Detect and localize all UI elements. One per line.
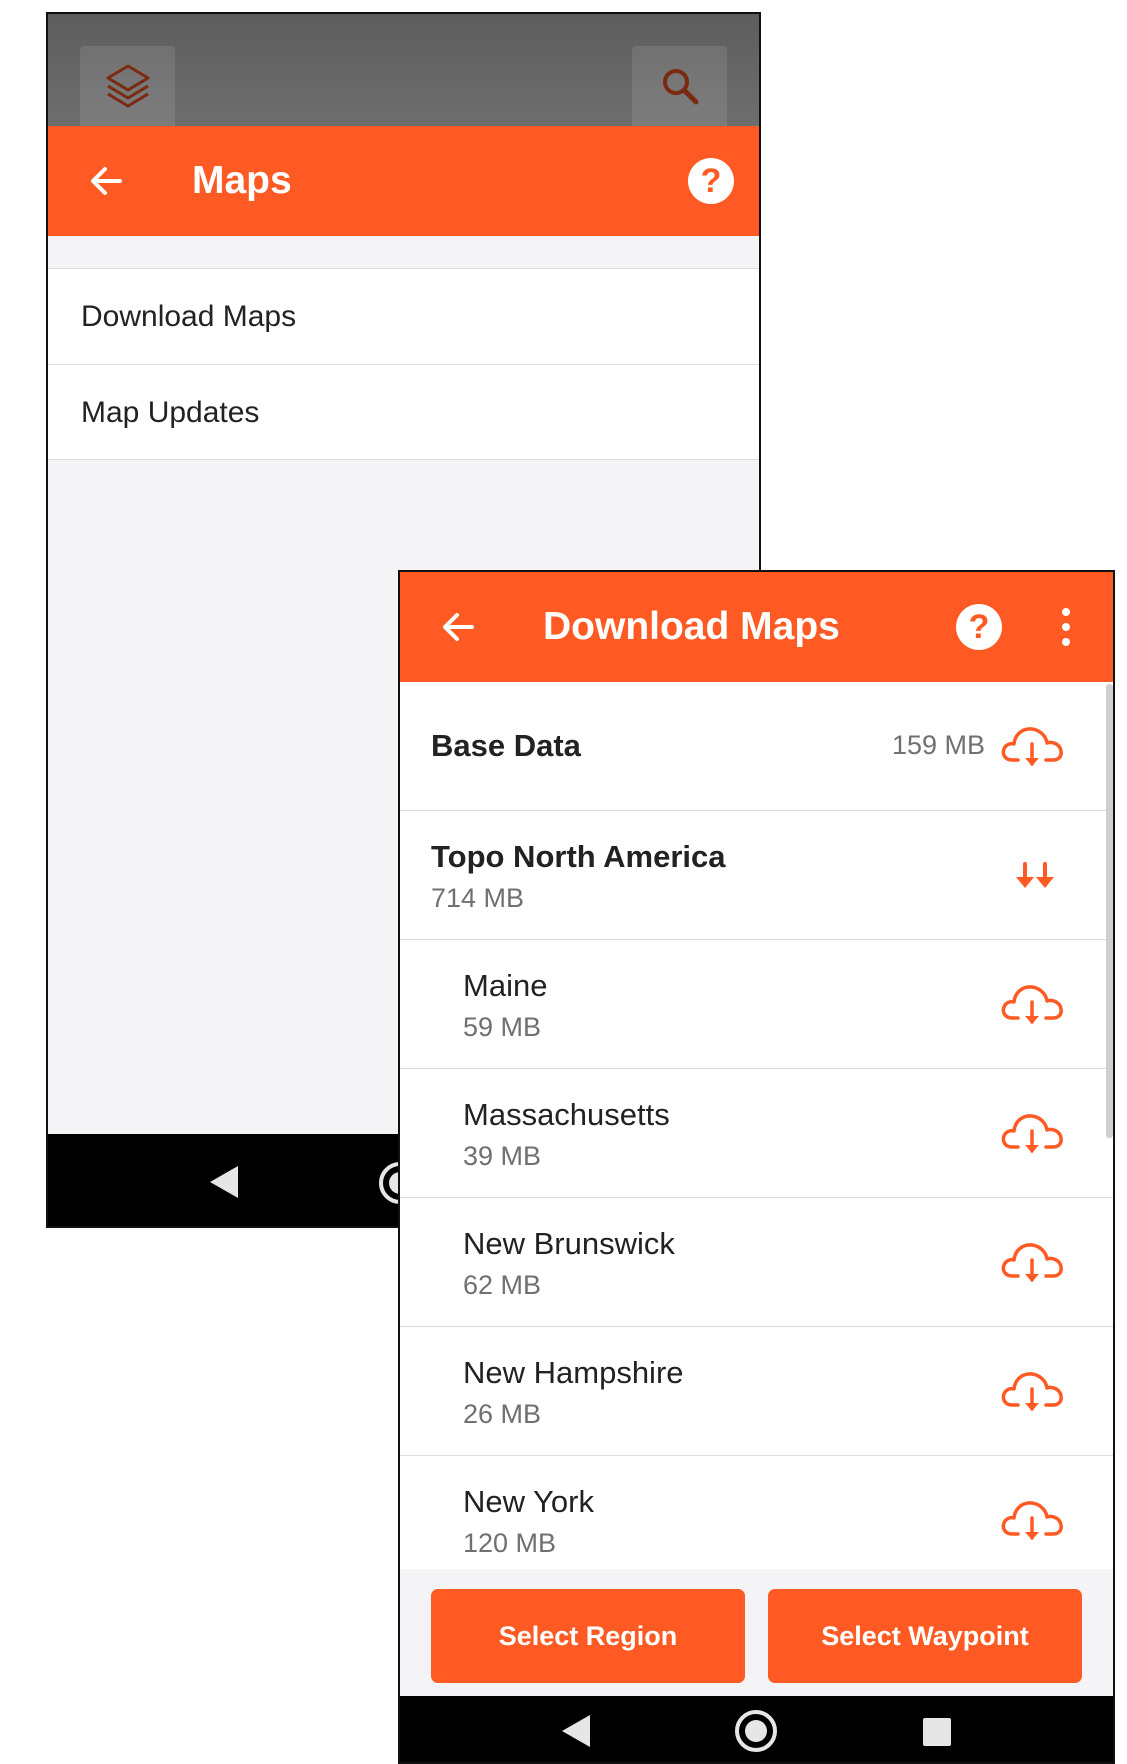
region-size: 59 MB — [463, 1012, 542, 1042]
list-item-region[interactable]: New Brunswick 62 MB — [400, 1198, 1113, 1327]
map-top-toolbar — [48, 14, 759, 126]
back-arrow-icon[interactable] — [438, 607, 478, 647]
list-item-base-data[interactable]: Base Data 159 MB — [400, 682, 1113, 811]
download-maps-screen: Download Maps ? Base Data 159 MB Topo No… — [398, 570, 1115, 1764]
region-size: 26 MB — [463, 1399, 542, 1429]
select-waypoint-button[interactable]: Select Waypoint — [768, 1589, 1082, 1683]
item-size: 714 MB — [431, 883, 525, 913]
action-button-bar: Select Region Select Waypoint — [400, 1569, 1113, 1696]
nav-home-icon[interactable] — [735, 1710, 777, 1752]
overflow-menu-icon[interactable] — [1060, 608, 1072, 646]
nav-back-icon[interactable] — [210, 1166, 238, 1198]
list-item-topo-north-america[interactable]: Topo North America 714 MB — [400, 811, 1113, 940]
page-title: Download Maps — [543, 605, 840, 648]
menu-item-map-updates[interactable]: Map Updates — [48, 364, 759, 460]
nav-back-icon[interactable] — [562, 1715, 590, 1747]
region-size: 120 MB — [463, 1528, 557, 1558]
item-title: Topo North America — [431, 839, 726, 874]
search-icon — [662, 69, 698, 105]
region-size: 39 MB — [463, 1141, 542, 1171]
page-title: Maps — [192, 159, 292, 202]
region-name: New Hampshire — [463, 1355, 684, 1390]
select-region-button[interactable]: Select Region — [431, 1589, 745, 1683]
cloud-download-icon[interactable] — [1000, 1107, 1066, 1159]
item-title: Base Data — [431, 728, 581, 763]
cloud-download-icon[interactable] — [1000, 1494, 1066, 1546]
maps-menu-list: Download Maps Map Updates — [48, 268, 759, 460]
list-item-region[interactable]: Maine 59 MB — [400, 940, 1113, 1069]
cloud-download-icon[interactable] — [1000, 1365, 1066, 1417]
layers-button[interactable] — [80, 46, 175, 126]
list-item-region[interactable]: Massachusetts 39 MB — [400, 1069, 1113, 1198]
item-size: 159 MB — [891, 730, 985, 760]
search-button[interactable] — [632, 46, 727, 126]
region-size: 62 MB — [463, 1270, 542, 1300]
system-nav-bar — [400, 1696, 1113, 1762]
region-name: New Brunswick — [463, 1226, 675, 1261]
list-scrollbar[interactable] — [1106, 684, 1113, 1138]
menu-item-download-maps[interactable]: Download Maps — [48, 268, 759, 364]
layers-icon — [106, 64, 149, 108]
download-list: Base Data 159 MB Topo North America 714 … — [400, 682, 1113, 1569]
list-item-region[interactable]: New York 120 MB — [400, 1456, 1113, 1569]
list-item-region[interactable]: New Hampshire 26 MB — [400, 1327, 1113, 1456]
nav-recents-icon[interactable] — [923, 1718, 951, 1746]
back-arrow-icon[interactable] — [86, 161, 126, 201]
double-down-arrow-icon[interactable] — [1013, 860, 1057, 892]
download-maps-header: Download Maps ? — [400, 572, 1113, 682]
region-name: Massachusetts — [463, 1097, 670, 1132]
cloud-download-icon[interactable] — [1000, 978, 1066, 1030]
cloud-download-icon[interactable] — [1000, 1236, 1066, 1288]
help-button[interactable]: ? — [688, 158, 734, 204]
maps-header: Maps ? — [48, 126, 759, 236]
cloud-download-icon[interactable] — [1000, 720, 1066, 772]
region-name: Maine — [463, 968, 548, 1003]
help-button[interactable]: ? — [956, 604, 1002, 650]
region-name: New York — [463, 1484, 594, 1519]
